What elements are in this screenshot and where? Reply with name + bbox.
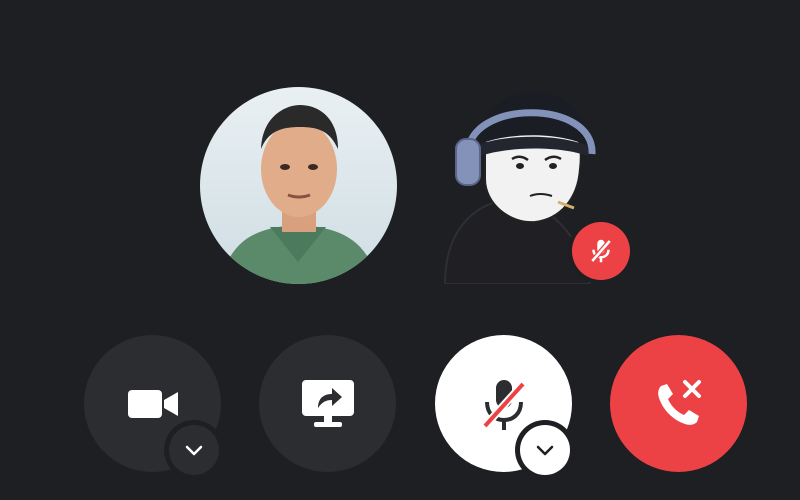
participant-muted-badge — [568, 218, 634, 284]
microphone-muted-icon — [481, 379, 526, 430]
phone-hangup-icon — [657, 379, 701, 425]
chevron-down-icon — [185, 445, 203, 456]
microphone-options-button[interactable] — [515, 420, 575, 480]
participant-avatar[interactable] — [200, 87, 397, 284]
share-screen-button[interactable] — [259, 335, 396, 472]
camera-options-button[interactable] — [164, 420, 224, 480]
microphone-muted-icon — [590, 239, 612, 263]
screen-share-icon — [301, 379, 354, 427]
user-avatar-icon — [200, 87, 397, 284]
voice-call-panel — [0, 0, 800, 500]
chevron-down-icon — [536, 445, 554, 456]
video-camera-icon — [127, 389, 178, 418]
leave-call-button[interactable] — [610, 335, 747, 472]
